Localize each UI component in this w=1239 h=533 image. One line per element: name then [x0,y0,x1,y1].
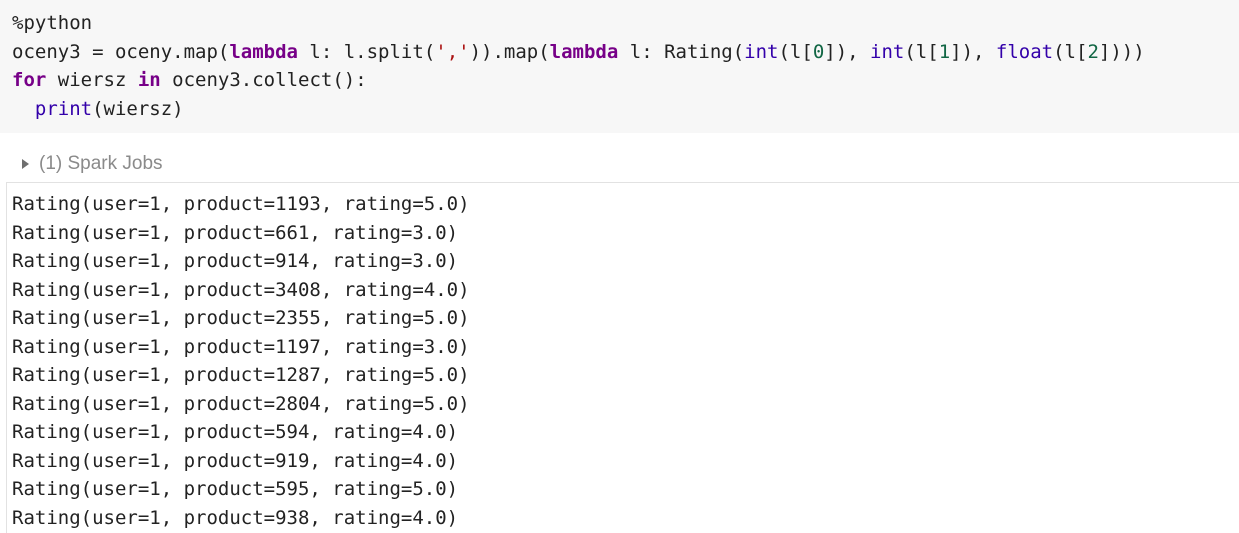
output-line: Rating(user=1, product=1193, rating=5.0) [12,193,470,215]
code-token: lambda [549,40,619,63]
output-line: Rating(user=1, product=594, rating=4.0) [12,421,459,443]
code-token: %python [12,12,93,34]
code-token: ]), [950,40,996,63]
code-token: 0 [812,40,825,63]
code-token: lambda [229,40,298,63]
spark-jobs-toggle[interactable]: (1) Spark Jobs [22,150,163,178]
code-token: for [12,69,47,91]
code-line: for wiersz in oceny3.collect(): [12,66,1239,95]
output-line: Rating(user=1, product=938, rating=4.0) [12,506,459,529]
output-line: Rating(user=1, product=914, rating=3.0) [12,250,459,272]
code-token: oceny3.collect(): [160,69,367,91]
output-line: Rating(user=1, product=3408, rating=4.0) [12,278,470,301]
output-line: Rating(user=1, product=1287, rating=5.0) [12,364,470,386]
spark-jobs-label[interactable]: (1) Spark Jobs [39,153,163,175]
code-token: print [34,97,93,120]
code-token: 1 [938,40,951,63]
code-token: ]))) [1098,40,1145,63]
code-token: )).map( [469,40,550,63]
code-token: (l[ [904,40,939,63]
code-token: l: Rating( [618,40,745,63]
code-token: (l[ [778,40,813,63]
code-token: wiersz [46,69,138,91]
code-token: ]), [824,40,871,63]
code-token: (wiersz) [92,97,184,120]
output-line: Rating(user=1, product=595, rating=5.0) [12,478,459,500]
output-line: Rating(user=1, product=661, rating=3.0) [12,221,459,244]
code-line: oceny3 = oceny.map(lambda l: l.split(','… [12,38,1239,67]
output-line: Rating(user=1, product=1197, rating=3.0) [12,335,470,358]
code-token: in [137,69,161,91]
code-token: (l[ [1053,40,1088,63]
code-token: l: l.split( [297,40,436,63]
cell-output: Rating(user=1, product=1193, rating=5.0)… [6,182,1239,533]
expand-caret-icon[interactable] [22,159,29,169]
code-token: ',' [435,40,470,63]
code-token: int [870,40,905,63]
output-line: Rating(user=1, product=2355, rating=5.0) [12,307,470,329]
code-line: %python [12,9,1239,38]
code-line: print(wiersz) [12,95,1239,124]
code-token: int [744,40,779,63]
output-line: Rating(user=1, product=2804, rating=5.0) [12,392,470,415]
code-token: oceny3 = oceny.map( [12,40,230,63]
output-line: Rating(user=1, product=919, rating=4.0) [12,449,459,472]
notebook-page: %python oceny3 = oceny.map(lambda l: l.sp… [0,0,1239,533]
code-cell-editor[interactable]: %python oceny3 = oceny.map(lambda l: l.sp… [0,0,1239,133]
code-token: 2 [1087,40,1099,63]
code-token: float [995,40,1054,63]
